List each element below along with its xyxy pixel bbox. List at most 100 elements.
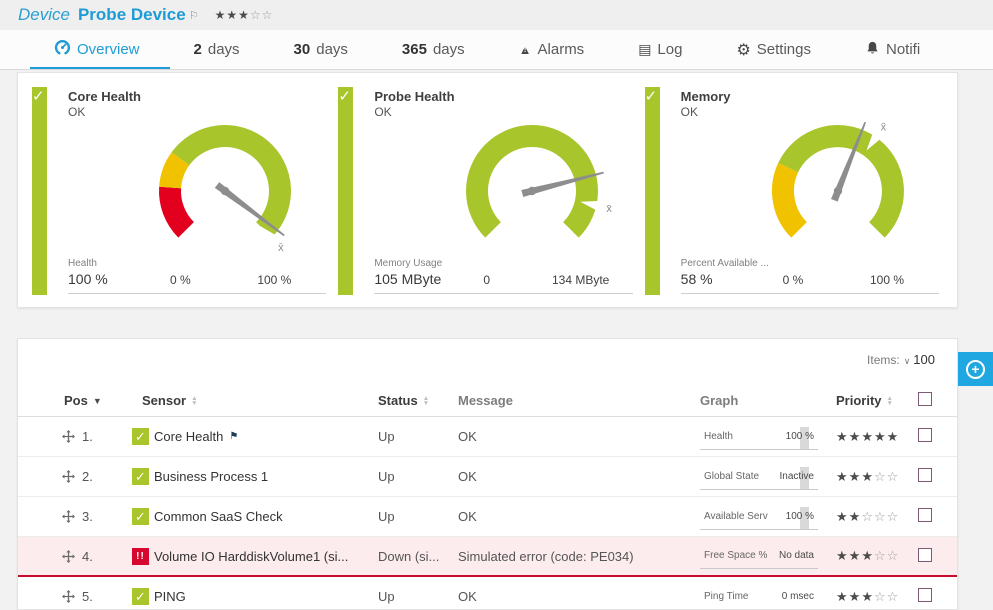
- priority-stars[interactable]: ★★★☆☆: [836, 469, 918, 485]
- sort-icon: ▲▼: [423, 396, 429, 406]
- sensor-status: Up: [378, 429, 458, 444]
- star-icon: ★: [874, 429, 887, 444]
- flag-icon[interactable]: ⚐: [189, 9, 199, 22]
- table-row-2[interactable]: 2. ✓ Business Process 1 Up OK Global Sta…: [18, 457, 957, 497]
- tab-365-days[interactable]: 365 days: [402, 30, 465, 70]
- select-all-checkbox[interactable]: [918, 392, 932, 406]
- row-checkbox[interactable]: [918, 508, 932, 522]
- tab-overview[interactable]: Overview: [54, 30, 140, 70]
- tab-label: Settings: [757, 41, 811, 58]
- priority-stars[interactable]: ★★★☆☆: [836, 589, 918, 605]
- sensor-status-bar: ✓: [32, 87, 47, 295]
- row-checkbox[interactable]: [918, 428, 932, 442]
- divider: [374, 293, 632, 294]
- gauge-card: ✓ Memory OK x̄ 0 % 100 % Percent Availab…: [645, 87, 945, 295]
- table-row-5[interactable]: 5. ✓ PING Up OK Ping Time 0 msec ★★★☆☆: [18, 577, 957, 610]
- gauges-panel: ✓ Core Health OK x̄ 0 % 100 % Health 100…: [17, 72, 958, 308]
- sensor-name[interactable]: Business Process 1: [154, 469, 268, 484]
- sensor-status: Up: [378, 469, 458, 484]
- table-row-1[interactable]: 1. ✓ Core Health ⚑ Up OK Health 100 % ★★…: [18, 417, 957, 457]
- gauge-title[interactable]: Probe Health: [374, 89, 454, 104]
- column-header-pos[interactable]: Pos▼: [48, 393, 116, 408]
- sensor-name[interactable]: PING: [154, 589, 186, 604]
- move-handle-icon[interactable]: [62, 550, 75, 563]
- sensor-name[interactable]: Volume IO HarddiskVolume1 (si...: [154, 549, 348, 564]
- row-checkbox[interactable]: [918, 588, 932, 602]
- column-header-status[interactable]: Status▲▼: [378, 393, 458, 408]
- channel-value: 58 %: [681, 271, 769, 287]
- move-handle-icon[interactable]: [62, 470, 75, 483]
- graph-cell: Available Serv 100 %: [700, 504, 836, 530]
- gauge-max-label: 134 MByte: [552, 273, 609, 287]
- sensor-status-bar: ✓: [645, 87, 660, 295]
- mini-graph[interactable]: Global State Inactive: [700, 464, 818, 490]
- gauge-area: x̄ 0 % 100 %: [120, 107, 330, 295]
- table-row-3[interactable]: 3. ✓ Common SaaS Check Up OK Available S…: [18, 497, 957, 537]
- tab-30-days[interactable]: 30 days: [294, 30, 348, 70]
- mini-graph-label: Available Serv: [704, 511, 768, 522]
- sort-icon: ▲▼: [887, 396, 893, 406]
- move-handle-icon[interactable]: [62, 430, 75, 443]
- tab-notifications[interactable]: Notifi: [865, 30, 920, 70]
- mini-graph-label: Free Space %: [704, 550, 767, 561]
- sensor-status: Up: [378, 509, 458, 524]
- checkbox-cell: [918, 468, 955, 485]
- move-handle-icon[interactable]: [62, 510, 75, 523]
- sensor-message: OK: [458, 429, 700, 444]
- channel-label: Health: [68, 258, 108, 269]
- sensor-name[interactable]: Core Health: [154, 429, 223, 444]
- gauge-title[interactable]: Memory: [681, 89, 731, 104]
- row-checkbox[interactable]: [918, 548, 932, 562]
- sensor-name[interactable]: Common SaaS Check: [154, 509, 283, 524]
- tab-log[interactable]: ▤ Log: [638, 30, 682, 70]
- table-body: 1. ✓ Core Health ⚑ Up OK Health 100 % ★★…: [18, 417, 957, 610]
- gauge-channel: Memory Usage 105 MByte: [374, 258, 442, 287]
- sensor-status-bar: ✓: [338, 87, 353, 295]
- sensor-table-panel: Items:∨100 Pos▼Sensor▲▼Status▲▼MessageGr…: [17, 338, 958, 610]
- star-icon: ☆: [887, 589, 900, 604]
- move-handle-icon[interactable]: [62, 590, 75, 603]
- mini-graph[interactable]: Ping Time 0 msec: [700, 584, 818, 610]
- channel-value: 105 MByte: [374, 271, 442, 287]
- star-icon: ★: [836, 429, 849, 444]
- star-icon: ☆: [262, 8, 274, 22]
- add-button[interactable]: +: [958, 352, 993, 386]
- gauge-title[interactable]: Core Health: [68, 89, 141, 104]
- star-icon: ☆: [874, 509, 887, 524]
- column-header-priority[interactable]: Priority▲▼: [836, 393, 918, 408]
- graph-cell: Free Space % No data: [700, 543, 836, 569]
- mini-graph[interactable]: Free Space % No data: [700, 543, 818, 569]
- sensor-cell: ✓ Business Process 1: [116, 468, 378, 485]
- table-row-4[interactable]: 4. !! Volume IO HarddiskVolume1 (si... D…: [18, 537, 957, 577]
- sensor-status: Down (si...: [378, 549, 458, 564]
- mini-graph[interactable]: Health 100 %: [700, 424, 818, 450]
- column-header-sensor[interactable]: Sensor▲▼: [116, 393, 378, 408]
- mini-graph[interactable]: Available Serv 100 %: [700, 504, 818, 530]
- gauge-header: Memory OK: [681, 89, 731, 119]
- tab-number: 30: [294, 41, 311, 58]
- checkbox-cell: [918, 428, 955, 445]
- star-icon: ☆: [861, 509, 874, 524]
- priority-stars[interactable]: ★★★☆☆: [836, 548, 918, 564]
- breadcrumb[interactable]: Device: [18, 5, 70, 25]
- gauge-min-label: 0 %: [170, 273, 191, 287]
- device-priority-rating[interactable]: ★★★☆☆: [215, 8, 274, 22]
- tab-2-days[interactable]: 2 days: [194, 30, 240, 70]
- priority-stars[interactable]: ★★★★★: [836, 429, 918, 445]
- divider: [68, 293, 326, 294]
- tab-settings[interactable]: ⚙ Settings: [736, 30, 811, 70]
- mini-graph-label: Ping Time: [704, 591, 748, 602]
- priority-stars[interactable]: ★★☆☆☆: [836, 509, 918, 525]
- tab-alarms[interactable]: ▲! Alarms: [519, 30, 585, 70]
- check-icon: ✓: [645, 87, 658, 105]
- row-checkbox[interactable]: [918, 468, 932, 482]
- star-icon: ☆: [250, 8, 262, 22]
- position-cell: 2.: [48, 469, 116, 484]
- sensor-message: OK: [458, 509, 700, 524]
- sensor-message: Simulated error (code: PE034): [458, 549, 700, 564]
- sort-icon: ▲▼: [191, 396, 197, 406]
- items-count-control[interactable]: Items:∨100: [867, 352, 935, 367]
- graph-cell: Health 100 %: [700, 424, 836, 450]
- checkbox-cell: [918, 588, 955, 605]
- gauge-status: OK: [681, 105, 731, 119]
